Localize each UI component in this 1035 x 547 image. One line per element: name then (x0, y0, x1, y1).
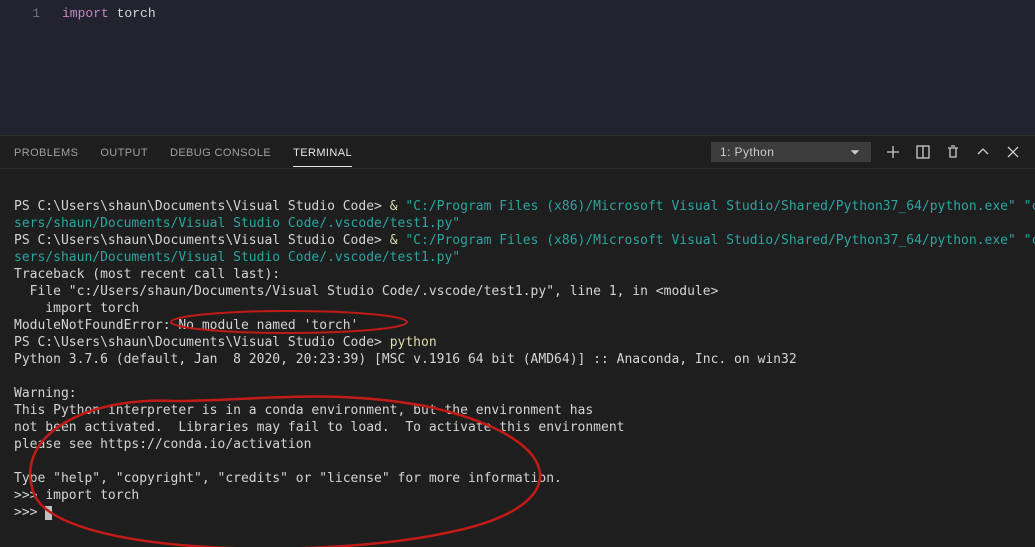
term-line: >>> (14, 505, 52, 520)
plus-icon (885, 144, 901, 160)
term-line: sers/shaun/Documents/Visual Studio Code/… (14, 216, 460, 231)
chevron-down-icon (848, 145, 862, 159)
new-terminal-button[interactable] (885, 144, 901, 160)
panel-header: PROBLEMS OUTPUT DEBUG CONSOLE TERMINAL 1… (0, 135, 1035, 169)
panel-close-button[interactable] (1005, 144, 1021, 160)
term-line: >>> import torch (14, 488, 139, 503)
python-keyword: import (62, 6, 109, 21)
split-panel-icon (915, 144, 931, 160)
close-icon (1005, 144, 1021, 160)
term-line: PS C:\Users\shaun\Documents\Visual Studi… (14, 335, 437, 350)
term-line: Warning: (14, 386, 77, 401)
panel-maximize-button[interactable] (975, 144, 991, 160)
term-line: This Python interpreter is in a conda en… (14, 403, 593, 418)
terminal-output[interactable]: PS C:\Users\shaun\Documents\Visual Studi… (0, 169, 1035, 547)
python-module: torch (109, 6, 156, 21)
editor-gutter: 1 (0, 0, 62, 135)
term-line: Type "help", "copyright", "credits" or "… (14, 471, 562, 486)
term-line: sers/shaun/Documents/Visual Studio Code/… (14, 250, 460, 265)
kill-terminal-button[interactable] (945, 144, 961, 160)
term-line: PS C:\Users\shaun\Documents\Visual Studi… (14, 233, 1035, 248)
chevron-up-icon (975, 144, 991, 160)
term-line: File "c:/Users/shaun/Documents/Visual St… (14, 284, 718, 299)
terminal-selector-label: 1: Python (720, 145, 774, 159)
code-editor[interactable]: 1 import torch (0, 0, 1035, 135)
code-line-1[interactable]: import torch (62, 0, 156, 135)
term-line: not been activated. Libraries may fail t… (14, 420, 624, 435)
term-error-line: ModuleNotFoundError: No module named 'to… (14, 318, 358, 333)
tab-output[interactable]: OUTPUT (100, 138, 148, 166)
tab-terminal[interactable]: TERMINAL (293, 138, 352, 167)
term-line: Traceback (most recent call last): (14, 267, 280, 282)
tab-problems[interactable]: PROBLEMS (14, 138, 78, 166)
split-terminal-button[interactable] (915, 144, 931, 160)
term-line: Python 3.7.6 (default, Jan 8 2020, 20:23… (14, 352, 797, 367)
term-line: import torch (14, 301, 139, 316)
tab-debug-console[interactable]: DEBUG CONSOLE (170, 138, 271, 166)
panel-tabs: PROBLEMS OUTPUT DEBUG CONSOLE TERMINAL (14, 138, 711, 167)
panel-actions: 1: Python (711, 142, 1021, 162)
term-line: PS C:\Users\shaun\Documents\Visual Studi… (14, 199, 1035, 214)
trash-icon (945, 144, 961, 160)
line-number: 1 (32, 6, 40, 21)
terminal-cursor (45, 506, 52, 520)
term-line: please see https://conda.io/activation (14, 437, 311, 452)
terminal-selector[interactable]: 1: Python (711, 142, 871, 162)
